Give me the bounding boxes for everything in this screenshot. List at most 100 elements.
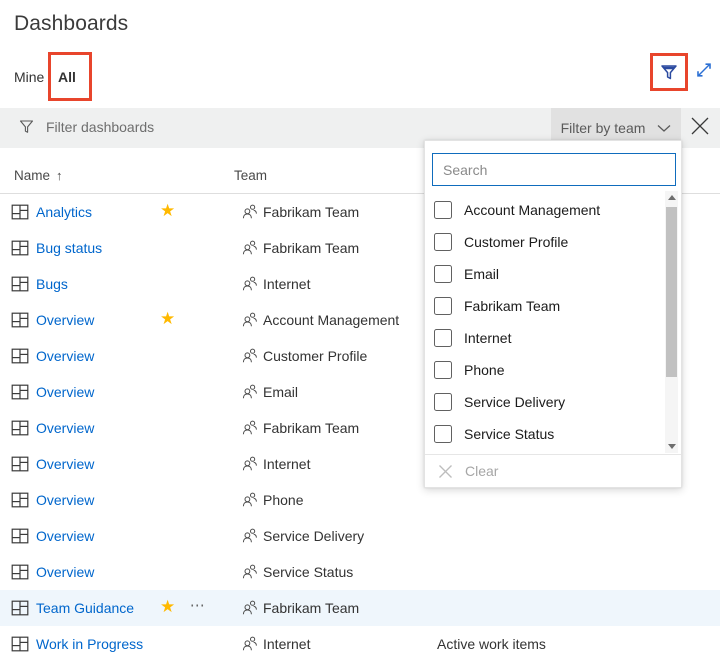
fullscreen-button[interactable] [692,58,716,82]
scrollbar-thumb[interactable] [666,207,677,377]
dashboard-name-link[interactable]: Overview [36,563,94,581]
filter-dashboards-input[interactable]: Filter dashboards [18,118,154,135]
team-name-cell: Account Management [263,311,399,329]
team-name-cell: Internet [263,275,310,293]
team-people-icon [242,600,258,616]
team-option-checkbox[interactable] [434,361,452,379]
team-search-box[interactable] [432,153,676,186]
team-name-cell: Fabrikam Team [263,203,359,221]
team-name-cell: Email [263,383,298,401]
team-name-cell: Service Delivery [263,527,364,545]
favorite-star-icon[interactable]: ★ [160,598,178,616]
chevron-down-icon [657,124,671,133]
dashboard-name-link[interactable]: Work in Progress [36,635,143,653]
dashboard-grid-icon [11,383,29,401]
dashboard-name-link[interactable]: Overview [36,383,94,401]
team-people-icon [242,636,258,652]
filter-by-team-label: Filter by team [561,120,646,136]
team-option[interactable]: Internet [425,322,681,354]
team-name-cell: Fabrikam Team [263,599,359,617]
dashboard-grid-icon [11,239,29,257]
dashboard-name-link[interactable]: Bugs [36,275,68,293]
team-people-icon [242,492,258,508]
team-option-label: Service Delivery [464,394,565,410]
dashboard-name-link[interactable]: Overview [36,455,94,473]
team-option-label: Email [464,266,499,282]
team-option[interactable]: Service Delivery [425,386,681,418]
table-row[interactable]: Team Guidance ★ ⋯ Fabrikam Team [0,590,720,626]
dashboard-grid-icon [11,527,29,545]
dashboard-name-link[interactable]: Bug status [36,239,102,257]
team-filter-panel: Account Management Customer Profile Email F… [424,140,682,488]
team-name-cell: Phone [263,491,303,509]
team-name-cell: Internet [263,455,310,473]
dashboard-grid-icon [11,491,29,509]
team-name-cell: Service Status [263,563,353,581]
dashboard-grid-icon [11,275,29,293]
team-option[interactable]: Account Management [425,194,681,226]
clear-filter-button[interactable]: Clear [425,454,681,487]
team-option-checkbox[interactable] [434,201,452,219]
team-option-label: Internet [464,330,511,346]
dashboard-grid-icon [11,203,29,221]
team-search-input[interactable] [433,154,675,185]
team-option[interactable]: Customer Profile [425,226,681,258]
dashboard-name-link[interactable]: Team Guidance [36,599,134,617]
clear-filter-label: Clear [465,463,498,479]
column-header-name-label: Name [14,168,50,183]
team-people-icon [242,456,258,472]
team-people-icon [242,384,258,400]
funnel-icon [18,118,35,135]
dashboard-name-link[interactable]: Overview [36,491,94,509]
tab-mine[interactable]: Mine [14,62,44,92]
dashboard-name-link[interactable]: Overview [36,311,94,329]
team-option-list: Account Management Customer Profile Email F… [425,194,681,455]
table-row[interactable]: Work in ProgressInternetActive work item… [0,626,720,662]
row-more-actions-button[interactable]: ⋯ [188,599,208,617]
team-option[interactable]: Email [425,258,681,290]
table-row[interactable]: Overview Service Status [0,554,720,590]
team-option-checkbox[interactable] [434,393,452,411]
team-people-icon [242,420,258,436]
page-title: Dashboards [14,12,128,36]
dashboard-grid-icon [11,347,29,365]
dashboard-grid-icon [11,599,29,617]
close-filter-bar-button[interactable] [689,115,713,139]
dashboard-name-link[interactable]: Overview [36,347,94,365]
team-option-label: Service Status [464,426,554,442]
team-option[interactable]: Service Status [425,418,681,450]
team-panel-scrollbar[interactable] [665,191,678,453]
pivot-tab-bar: Mine All New dashboard [0,52,720,101]
team-people-icon [242,312,258,328]
team-people-icon [242,204,258,220]
table-row[interactable]: Overview Service Delivery [0,518,720,554]
column-header-team[interactable]: Team [234,168,267,183]
team-option-label: Fabrikam Team [464,298,560,314]
dashboard-grid-icon [11,563,29,581]
team-option[interactable]: Phone [425,354,681,386]
team-option-checkbox[interactable] [434,329,452,347]
column-header-name[interactable]: Name↑ [14,168,63,183]
scroll-up-button[interactable] [665,191,678,204]
team-option-label: Account Management [464,202,600,218]
team-option-checkbox[interactable] [434,425,452,443]
dashboard-name-link[interactable]: Overview [36,527,94,545]
dashboard-grid-icon [11,635,29,653]
column-header-team-label: Team [234,168,267,183]
dashboard-name-link[interactable]: Overview [36,419,94,437]
favorite-star-icon[interactable]: ★ [160,202,178,220]
tab-all[interactable]: All [58,62,76,92]
team-people-icon [242,528,258,544]
team-option[interactable]: Fabrikam Team [425,290,681,322]
scroll-down-button[interactable] [665,440,678,453]
close-x-icon [689,115,713,137]
dashboard-grid-icon [11,311,29,329]
team-option-checkbox[interactable] [434,265,452,283]
team-name-cell: Fabrikam Team [263,419,359,437]
favorite-star-icon[interactable]: ★ [160,310,178,328]
dashboard-name-link[interactable]: Analytics [36,203,92,221]
filter-toggle-button[interactable] [655,58,683,86]
team-option-checkbox[interactable] [434,233,452,251]
funnel-icon [659,62,679,82]
team-option-checkbox[interactable] [434,297,452,315]
